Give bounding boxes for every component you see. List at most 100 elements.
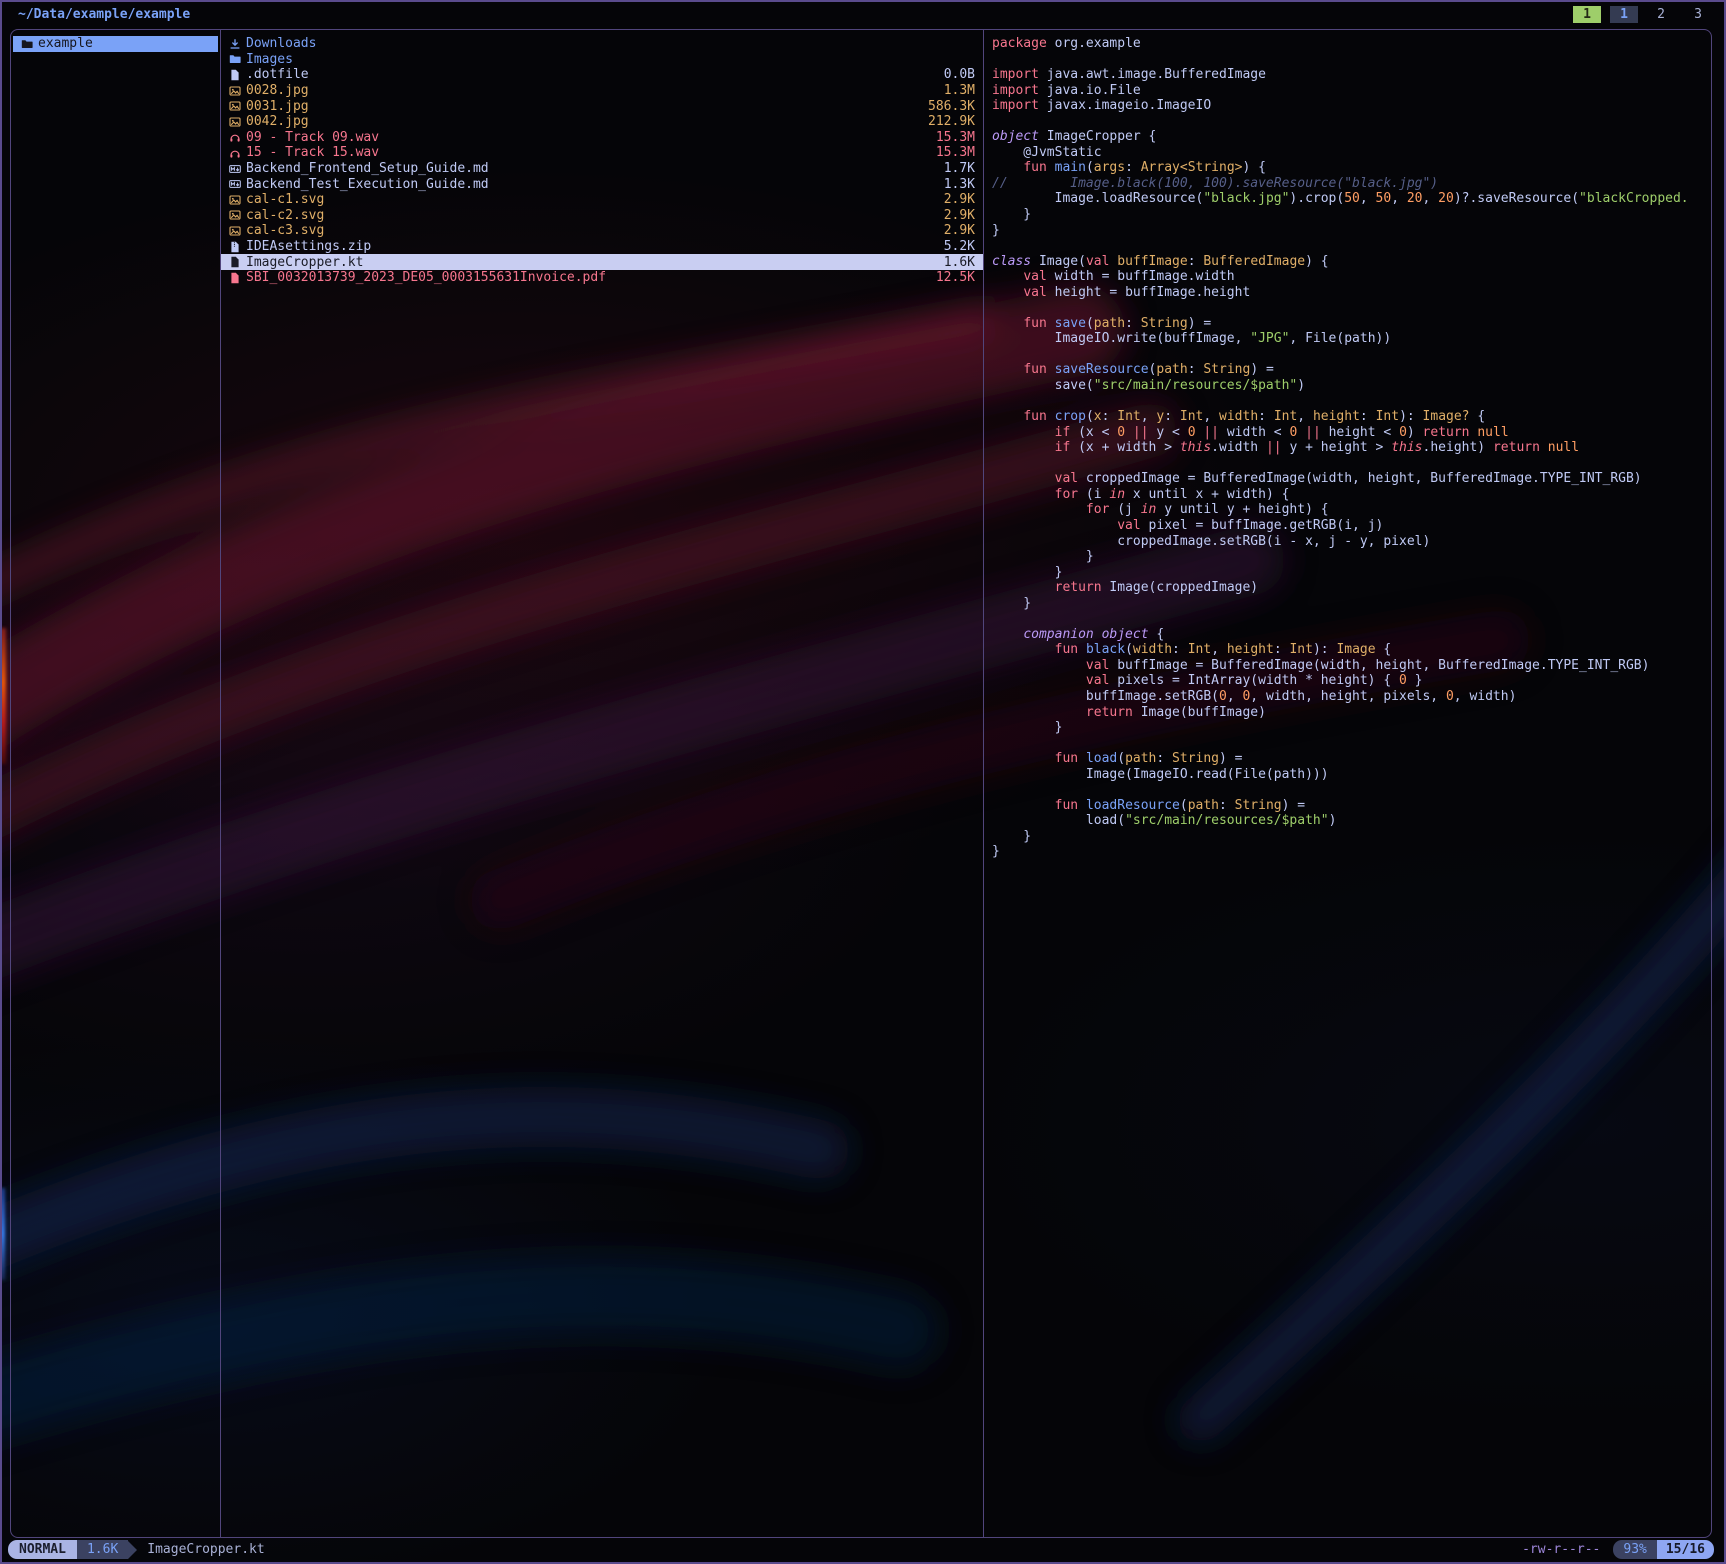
tab-counter[interactable]: 1 xyxy=(1573,6,1601,23)
code-line xyxy=(992,394,1711,410)
file-size: 2.9K xyxy=(944,223,975,238)
file-name: Backend_Frontend_Setup_Guide.md xyxy=(246,161,936,176)
file-row[interactable]: .dotfile0.0B xyxy=(221,67,983,83)
code-line: fun main(args: Array<String>) { xyxy=(992,160,1711,176)
code-line: croppedImage.setRGB(i - x, j - y, pixel) xyxy=(992,534,1711,550)
file-size: 15.3M xyxy=(936,145,975,160)
code-line: load("src/main/resources/$path") xyxy=(992,813,1711,829)
parent-dir-row[interactable]: example xyxy=(13,36,218,52)
file-row[interactable]: IDEAsettings.zip5.2K xyxy=(221,239,983,255)
image-icon xyxy=(229,116,246,128)
file-row[interactable]: 0042.jpg212.9K xyxy=(221,114,983,130)
file-name: example xyxy=(38,36,210,51)
code-line: } xyxy=(992,596,1711,612)
code-line: } xyxy=(992,829,1711,845)
code-line: fun black(width: Int, height: Int): Imag… xyxy=(992,642,1711,658)
cursor-position-badge: 15/16 xyxy=(1657,1540,1714,1559)
code-line xyxy=(992,736,1711,752)
code-line xyxy=(992,611,1711,627)
file-row[interactable]: Images xyxy=(221,52,983,68)
tab-3[interactable]: 3 xyxy=(1684,6,1712,23)
code-line: ImageIO.write(buffImage, "JPG", File(pat… xyxy=(992,331,1711,347)
code-line: val pixels = IntArray(width * height) { … xyxy=(992,673,1711,689)
folder-icon xyxy=(229,53,246,65)
tab-1[interactable]: 1 xyxy=(1610,6,1638,23)
file-row[interactable]: 0031.jpg586.3K xyxy=(221,98,983,114)
code-line: } xyxy=(992,565,1711,581)
code-line: import java.awt.image.BufferedImage xyxy=(992,67,1711,83)
file-size: 12.5K xyxy=(936,270,975,285)
code-line: Image(ImageIO.read(File(path))) xyxy=(992,767,1711,783)
code-line: val height = buffImage.height xyxy=(992,285,1711,301)
file-name: SBI_0032013739_2023_DE05_0003155631Invoi… xyxy=(246,270,928,285)
code-line: save("src/main/resources/$path") xyxy=(992,378,1711,394)
file-size: 1.7K xyxy=(944,161,975,176)
image-icon xyxy=(229,85,246,97)
tab-2[interactable]: 2 xyxy=(1647,6,1675,23)
pdf-icon xyxy=(229,272,246,284)
code-line: val width = buffImage.width xyxy=(992,269,1711,285)
file-row[interactable]: Downloads xyxy=(221,36,983,52)
file-size: 212.9K xyxy=(928,114,975,129)
code-line xyxy=(992,114,1711,130)
image-icon xyxy=(229,194,246,206)
file-row[interactable]: Backend_Test_Execution_Guide.md 1.3K xyxy=(221,176,983,192)
status-filename: ImageCropper.kt xyxy=(147,1540,264,1559)
code-line: val croppedImage = BufferedImage(width, … xyxy=(992,471,1711,487)
file-row[interactable]: 15 - Track 15.wav15.3M xyxy=(221,145,983,161)
code-line: } xyxy=(992,720,1711,736)
code-line: fun saveResource(path: String) = xyxy=(992,362,1711,378)
file-name: Backend_Test_Execution_Guide.md xyxy=(246,177,936,192)
file-row[interactable]: 0028.jpg1.3M xyxy=(221,83,983,99)
markdown-icon xyxy=(229,178,246,190)
code-line xyxy=(992,238,1711,254)
markdown-icon xyxy=(229,163,246,175)
status-bar: NORMAL 1.6K ImageCropper.kt -rw-r--r-- 9… xyxy=(8,1540,1714,1559)
code-line: if (x < 0 || y < 0 || width < 0 || heigh… xyxy=(992,425,1711,441)
code-line: val buffImage = BufferedImage(width, hei… xyxy=(992,658,1711,674)
code-line xyxy=(992,782,1711,798)
code-line: @JvmStatic xyxy=(992,145,1711,161)
status-right-group: -rw-r--r-- 93% 15/16 xyxy=(1522,1540,1714,1559)
file-row[interactable]: 09 - Track 09.wav15.3M xyxy=(221,130,983,146)
file-name: IDEAsettings.zip xyxy=(246,239,936,254)
code-line: package org.example xyxy=(992,36,1711,52)
file-row[interactable]: SBI_0032013739_2023_DE05_0003155631Invoi… xyxy=(221,270,983,286)
code-line: fun load(path: String) = xyxy=(992,751,1711,767)
preview-pane: package org.example import java.awt.imag… xyxy=(984,30,1711,1537)
code-line: } xyxy=(992,844,1711,860)
folder-icon xyxy=(21,38,38,50)
file-name: 0028.jpg xyxy=(246,83,936,98)
file-size: 1.3K xyxy=(944,177,975,192)
wallpaper-blue-accent xyxy=(0,1188,5,1280)
code-line: import java.io.File xyxy=(992,83,1711,99)
file-row[interactable]: ImageCropper.kt1.6K xyxy=(221,254,983,270)
code-line: for (j in y until y + height) { xyxy=(992,502,1711,518)
file-name: cal-c1.svg xyxy=(246,192,936,207)
file-size: 2.9K xyxy=(944,192,975,207)
code-line: val pixel = buffImage.getRGB(i, j) xyxy=(992,518,1711,534)
file-row[interactable]: cal-c1.svg 2.9K xyxy=(221,192,983,208)
code-line: return Image(croppedImage) xyxy=(992,580,1711,596)
files-pane: DownloadsImages.dotfile0.0B0028.jpg1.3M0… xyxy=(221,30,984,1537)
code-line: if (x + width > this.width || y + height… xyxy=(992,440,1711,456)
code-line: buffImage.setRGB(0, 0, width, height, pi… xyxy=(992,689,1711,705)
download-icon xyxy=(229,38,246,50)
audio-icon xyxy=(229,131,246,143)
file-name: 0031.jpg xyxy=(246,99,920,114)
file-row[interactable]: cal-c3.svg 2.9K xyxy=(221,223,983,239)
file-row[interactable]: cal-c2.svg2.9K xyxy=(221,208,983,224)
file-name: 09 - Track 09.wav xyxy=(246,130,928,145)
mode-badge: NORMAL xyxy=(8,1540,77,1559)
zip-icon xyxy=(229,241,246,253)
file-row[interactable]: Backend_Frontend_Setup_Guide.md 1.7K xyxy=(221,161,983,177)
file-size: 1.6K xyxy=(944,255,975,270)
code-line xyxy=(992,300,1711,316)
file-permissions: -rw-r--r-- xyxy=(1522,1540,1600,1559)
parent-pane: example xyxy=(11,30,221,1537)
file-name: cal-c2.svg xyxy=(246,208,936,223)
file-name: cal-c3.svg xyxy=(246,223,936,238)
code-line: fun crop(x: Int, y: Int, width: Int, hei… xyxy=(992,409,1711,425)
code-line: fun save(path: String) = xyxy=(992,316,1711,332)
file-name: .dotfile xyxy=(246,67,936,82)
